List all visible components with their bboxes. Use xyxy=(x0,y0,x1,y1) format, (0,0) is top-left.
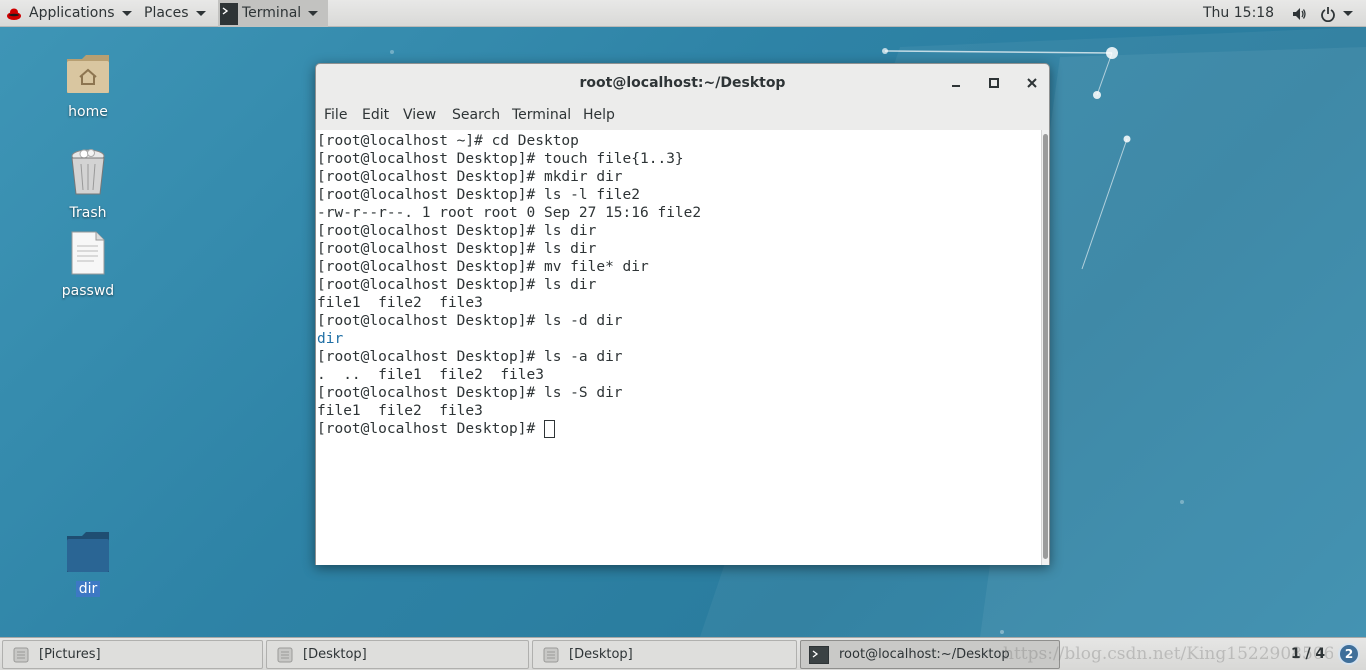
window-icon xyxy=(543,647,559,662)
bottom-taskbar: [Pictures] [Desktop] [Desktop] root@loca… xyxy=(0,637,1366,670)
text-file-icon xyxy=(71,231,105,275)
terminal-line: [root@localhost Desktop]# ls dir xyxy=(317,223,597,239)
terminal-line: [root@localhost Desktop]# mkdir dir xyxy=(317,169,623,185)
terminal-line: [root@localhost Desktop]# touch file{1..… xyxy=(317,151,684,167)
menu-search[interactable]: Search xyxy=(452,107,500,123)
places-menu[interactable]: Places xyxy=(144,0,206,27)
desktop-icon-label: home xyxy=(68,104,108,120)
power-icon xyxy=(1321,6,1335,22)
desktop-icon-home[interactable]: home xyxy=(43,49,133,120)
task-label: [Desktop] xyxy=(303,647,367,662)
text-cursor xyxy=(543,420,555,438)
menu-help[interactable]: Help xyxy=(583,107,615,123)
terminal-line: . .. file1 file2 file3 xyxy=(317,367,544,383)
workspace-pager[interactable]: 1 / 4 xyxy=(1283,643,1333,666)
desktop-icon-dir[interactable]: dir xyxy=(43,530,133,597)
trash-icon xyxy=(71,149,105,195)
window-title: root@localhost:~/Desktop xyxy=(579,75,786,91)
task-label: [Desktop] xyxy=(569,647,633,662)
terminal-line: file1 file2 file3 xyxy=(317,403,483,419)
top-panel: Applications Places Terminal Thu 15:18 xyxy=(0,0,1366,27)
terminal-app-menu[interactable]: Terminal xyxy=(218,0,329,27)
chevron-down-icon xyxy=(121,11,132,16)
terminal-prompt: [root@localhost Desktop]# xyxy=(317,421,544,437)
chevron-down-icon xyxy=(308,11,319,16)
terminal-prompt-line: [root@localhost Desktop]# xyxy=(317,420,555,438)
terminal-output[interactable]: [root@localhost ~]# cd Desktop [root@loc… xyxy=(316,130,1041,565)
desktop-icon-label: passwd xyxy=(61,283,115,299)
task-button-desktop-2[interactable]: [Desktop] xyxy=(532,640,797,669)
task-label: root@localhost:~/Desktop xyxy=(839,647,1010,662)
task-button-desktop[interactable]: [Desktop] xyxy=(266,640,529,669)
minimize-icon xyxy=(952,85,960,87)
menu-terminal[interactable]: Terminal xyxy=(512,107,571,123)
minimize-button[interactable] xyxy=(946,73,966,93)
power-menu[interactable] xyxy=(1320,0,1353,27)
desktop-icon-trash[interactable]: Trash xyxy=(43,148,133,221)
places-label: Places xyxy=(144,5,189,21)
clock[interactable]: Thu 15:18 xyxy=(1203,0,1274,27)
terminal-line: [root@localhost Desktop]# ls -l file2 xyxy=(317,187,641,203)
notification-badge[interactable]: 2 xyxy=(1338,643,1360,665)
terminal-line: -rw-r--r--. 1 root root 0 Sep 27 15:16 f… xyxy=(317,205,702,221)
terminal-icon xyxy=(220,2,238,25)
terminal-line: file1 file2 file3 xyxy=(317,295,483,311)
task-button-pictures[interactable]: [Pictures] xyxy=(2,640,263,669)
terminal-line: [root@localhost Desktop]# ls dir xyxy=(317,241,597,257)
applications-label: Applications xyxy=(29,5,115,21)
terminal-scrollbar[interactable] xyxy=(1041,130,1049,565)
window-icon xyxy=(277,647,293,662)
clock-label: Thu 15:18 xyxy=(1203,5,1275,21)
terminal-line: [root@localhost Desktop]# ls dir xyxy=(317,277,597,293)
desktop-icon-passwd[interactable]: passwd xyxy=(43,230,133,299)
chevron-down-icon xyxy=(1343,11,1353,16)
chevron-down-icon xyxy=(195,11,206,16)
close-icon xyxy=(1027,78,1037,88)
scrollbar-thumb[interactable] xyxy=(1043,134,1048,559)
terminal-line: [root@localhost Desktop]# ls -d dir xyxy=(317,313,623,329)
close-button[interactable] xyxy=(1022,73,1042,93)
terminal-line: [root@localhost ~]# cd Desktop xyxy=(317,133,579,149)
desktop-icon-label: dir xyxy=(75,581,101,597)
volume-icon[interactable] xyxy=(1291,0,1307,27)
folder-icon xyxy=(67,532,109,572)
redhat-logo-icon xyxy=(7,8,21,20)
applications-menu[interactable]: Applications xyxy=(6,0,132,27)
terminal-line: [root@localhost Desktop]# ls -a dir xyxy=(317,349,623,365)
menu-edit[interactable]: Edit xyxy=(362,107,389,123)
menu-file[interactable]: File xyxy=(324,107,347,123)
task-label: [Pictures] xyxy=(39,647,101,662)
terminal-menubar: File Edit View Search Terminal Help xyxy=(316,102,1049,130)
home-folder-icon xyxy=(67,55,109,93)
window-icon xyxy=(13,647,29,662)
terminal-line: [root@localhost Desktop]# ls -S dir xyxy=(317,385,623,401)
terminal-label: Terminal xyxy=(242,5,302,21)
terminal-line: [root@localhost Desktop]# mv file* dir xyxy=(317,259,649,275)
menu-view[interactable]: View xyxy=(403,107,436,123)
maximize-button[interactable] xyxy=(984,73,1004,93)
maximize-icon xyxy=(989,78,999,88)
terminal-window[interactable]: root@localhost:~/Desktop File Edit View … xyxy=(315,63,1050,565)
terminal-line-directory: dir xyxy=(317,331,344,347)
window-titlebar[interactable]: root@localhost:~/Desktop xyxy=(316,64,1049,102)
desktop-icon-label: Trash xyxy=(69,205,107,221)
terminal-icon xyxy=(809,645,829,664)
